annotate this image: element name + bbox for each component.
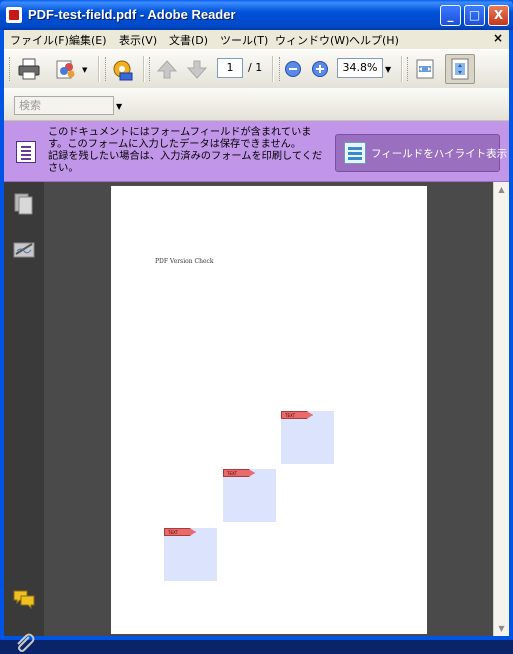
- toolbar-separator: [98, 56, 100, 82]
- app-window: PDF-test-field.pdf - Adobe Reader _ □ X …: [0, 0, 513, 652]
- adobe-reader-icon: [6, 7, 22, 23]
- page-total: / 1: [248, 61, 263, 74]
- toolbar-separator: [272, 56, 274, 82]
- form-notice-text: このドキュメントにはフォームフィールドが含まれています。このフォームに入力したデ…: [48, 127, 328, 175]
- toolbar-grip[interactable]: [407, 57, 411, 81]
- toolbar-separator: [143, 56, 145, 82]
- print-icon[interactable]: [17, 57, 41, 81]
- highlight-fields-button[interactable]: フィールドをハイライト表示: [335, 134, 507, 172]
- comments-panel-icon[interactable]: [12, 587, 36, 611]
- zoom-in-icon[interactable]: [311, 60, 329, 78]
- scroll-up-button[interactable]: ▲: [494, 182, 509, 197]
- toolbar-separator: [401, 56, 403, 82]
- highlight-fields-label: フィールドをハイライト表示: [371, 148, 508, 160]
- page-number-input[interactable]: 1: [217, 58, 243, 78]
- menu-close-icon[interactable]: ×: [493, 31, 503, 45]
- text-form-field[interactable]: TEXT FIELD: [223, 469, 276, 522]
- pages-panel-icon[interactable]: [12, 192, 36, 216]
- zoom-level-input[interactable]: 34.8%: [337, 58, 383, 78]
- window-title: PDF-test-field.pdf - Adobe Reader: [28, 7, 236, 22]
- fit-page-button[interactable]: [445, 54, 475, 84]
- field-tag: TEXT FIELD: [281, 411, 313, 419]
- menu-bar: ファイル(F) 編集(E) 表示(V) 文書(D) ツール(T) ウィンドウ(W…: [4, 30, 509, 48]
- notice-line-2: 記録を残したい場合は、入力済みのフォームを印刷してください。: [48, 151, 323, 174]
- title-bar[interactable]: PDF-test-field.pdf - Adobe Reader _ □ X: [0, 0, 513, 30]
- menu-file[interactable]: ファイル(F): [10, 32, 69, 48]
- pdf-page[interactable]: PDF Version Check TEXT FIELD TEXT FIELD …: [111, 186, 427, 634]
- menu-view[interactable]: 表示(V): [119, 32, 157, 48]
- update-gear-icon[interactable]: [110, 57, 134, 81]
- maximize-button[interactable]: □: [464, 5, 485, 26]
- close-button[interactable]: X: [488, 5, 509, 26]
- notice-line-1: このドキュメントにはフォームフィールドが含まれています。このフォームに入力したデ…: [48, 127, 312, 150]
- highlight-fields-icon: [344, 142, 366, 164]
- navigation-sidebar: [4, 182, 44, 652]
- toolbar-grip[interactable]: [279, 57, 283, 81]
- window-frame: ファイル(F) 編集(E) 表示(V) 文書(D) ツール(T) ウィンドウ(W…: [4, 30, 509, 652]
- menu-edit[interactable]: 編集(E): [69, 32, 107, 48]
- search-input[interactable]: 検索: [14, 96, 114, 115]
- zoom-dropdown[interactable]: ▼: [385, 65, 391, 74]
- zoom-out-icon[interactable]: [284, 60, 302, 78]
- text-form-field[interactable]: TEXT FIELD: [281, 411, 334, 464]
- fit-width-icon[interactable]: [413, 57, 437, 81]
- search-toolbar: 検索 ▼: [4, 88, 509, 121]
- main-toolbar: ▼ 1 / 1 34.8% ▼: [4, 49, 509, 89]
- collaborate-dropdown[interactable]: ▼: [82, 66, 87, 74]
- scroll-down-button[interactable]: ▼: [494, 621, 509, 636]
- menu-help[interactable]: ヘルプ(H): [349, 32, 399, 48]
- form-notice-bar: このドキュメントにはフォームフィールドが含まれています。このフォームに入力したデ…: [4, 121, 509, 182]
- menu-tools[interactable]: ツール(T): [220, 32, 268, 48]
- document-view[interactable]: PDF Version Check TEXT FIELD TEXT FIELD …: [44, 182, 493, 636]
- collaborate-icon[interactable]: [54, 57, 78, 81]
- next-page-icon[interactable]: [185, 57, 209, 81]
- menu-window[interactable]: ウィンドウ(W): [275, 32, 349, 48]
- minimize-button[interactable]: _: [440, 5, 461, 26]
- menu-document[interactable]: 文書(D): [169, 32, 208, 48]
- form-document-icon: [16, 141, 36, 163]
- signatures-panel-icon[interactable]: [12, 238, 36, 262]
- field-tag: TEXT FIELD: [223, 469, 255, 477]
- pdf-page-title: PDF Version Check: [155, 258, 214, 265]
- text-form-field[interactable]: TEXT FIELD: [164, 528, 217, 581]
- toolbar-grip[interactable]: [105, 57, 109, 81]
- search-dropdown[interactable]: ▼: [116, 102, 122, 111]
- field-tag: TEXT FIELD: [164, 528, 196, 536]
- toolbar-grip[interactable]: [9, 57, 13, 81]
- attachments-paperclip-icon[interactable]: [12, 630, 36, 654]
- vertical-scrollbar[interactable]: ▲ ▼: [493, 182, 509, 636]
- toolbar-grip[interactable]: [149, 57, 153, 81]
- previous-page-icon[interactable]: [155, 57, 179, 81]
- fit-page-icon: [451, 58, 469, 80]
